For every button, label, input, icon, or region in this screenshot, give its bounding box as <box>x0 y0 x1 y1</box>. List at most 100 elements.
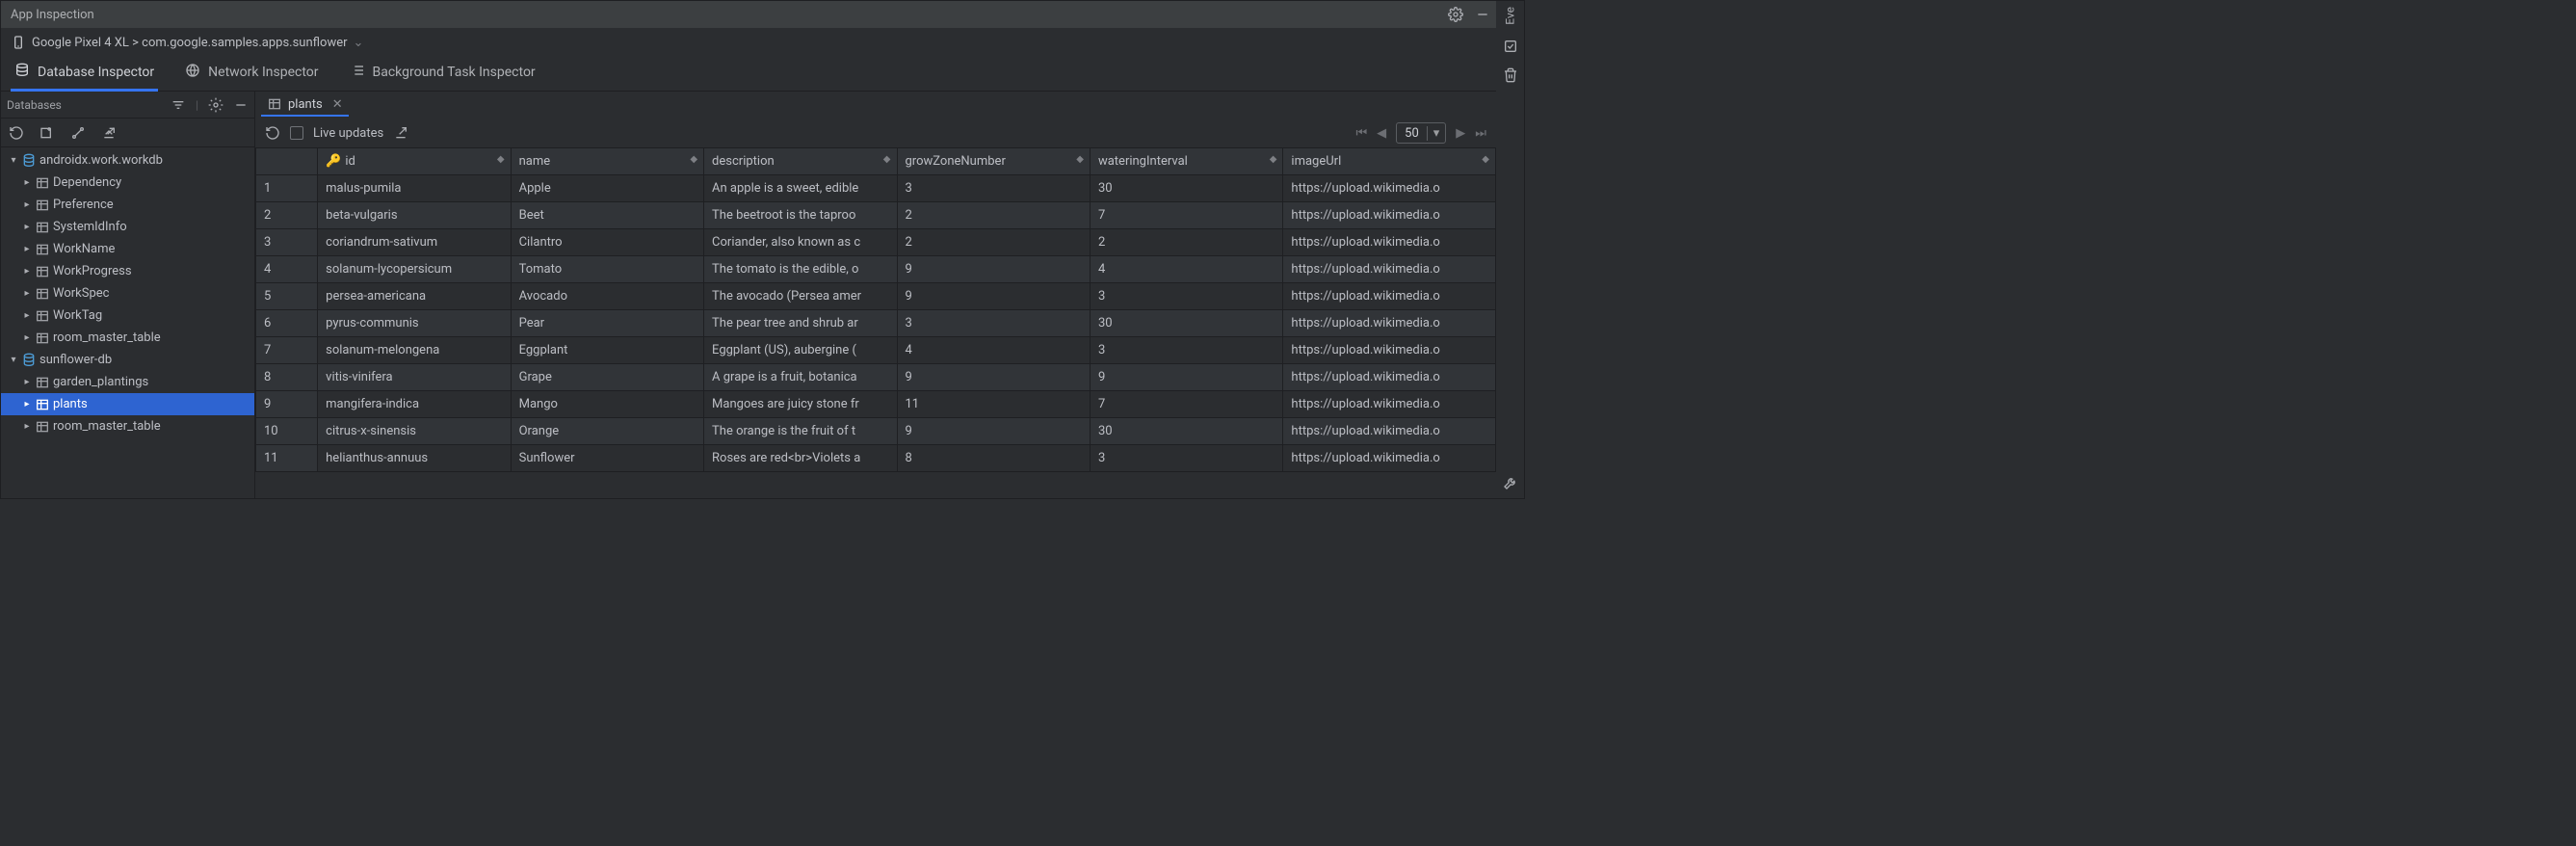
cell[interactable]: Eggplant (US), aubergine ( <box>704 337 897 364</box>
cell[interactable]: https://upload.wikimedia.o <box>1283 364 1496 391</box>
cell[interactable]: https://upload.wikimedia.o <box>1283 445 1496 472</box>
cell[interactable]: helianthus-annuus <box>318 445 511 472</box>
cell[interactable]: 3 <box>1090 283 1282 310</box>
cell[interactable]: solanum-melongena <box>318 337 511 364</box>
close-tab-icon[interactable]: ✕ <box>332 97 343 112</box>
tree-table-item[interactable]: ▸room_master_table <box>1 415 254 437</box>
cell[interactable]: citrus-x-sinensis <box>318 418 511 445</box>
cell[interactable]: 30 <box>1090 310 1282 337</box>
cell[interactable]: 9 <box>897 283 1090 310</box>
cell[interactable]: The avocado (Persea amer <box>704 283 897 310</box>
inspector-tab[interactable]: Background Task Inspector <box>346 57 539 92</box>
cell[interactable]: persea-americana <box>318 283 511 310</box>
prev-page-icon[interactable]: ◀ <box>1377 126 1386 141</box>
cell[interactable]: Tomato <box>511 256 703 283</box>
data-grid[interactable]: 🔑id◆name◆description◆growZoneNumber◆wate… <box>255 147 1496 498</box>
cell[interactable]: 3 <box>1090 445 1282 472</box>
hide-panel-icon[interactable] <box>233 97 249 113</box>
cell[interactable]: coriandrum-sativum <box>318 229 511 256</box>
cell[interactable]: 3 <box>1090 337 1282 364</box>
cell[interactable]: 3 <box>897 175 1090 202</box>
tree-table-item[interactable]: ▸Dependency <box>1 172 254 194</box>
tree-table-item[interactable]: ▸WorkName <box>1 238 254 260</box>
cell[interactable]: beta-vulgaris <box>318 202 511 229</box>
row-number-header[interactable] <box>256 148 318 175</box>
tree-table-item[interactable]: ▸garden_plantings <box>1 371 254 393</box>
inspector-tab[interactable]: Network Inspector <box>181 57 322 92</box>
refresh-icon[interactable] <box>9 125 24 141</box>
tree-table-item[interactable]: ▸WorkProgress <box>1 260 254 282</box>
cell[interactable]: An apple is a sweet, edible <box>704 175 897 202</box>
cell[interactable]: https://upload.wikimedia.o <box>1283 337 1496 364</box>
cell[interactable]: A grape is a fruit, botanica <box>704 364 897 391</box>
cell[interactable]: pyrus-communis <box>318 310 511 337</box>
column-header[interactable]: 🔑id◆ <box>318 148 511 175</box>
cell[interactable]: Mangoes are juicy stone fr <box>704 391 897 418</box>
column-header[interactable]: name◆ <box>511 148 703 175</box>
table-row[interactable]: 5persea-americanaAvocadoThe avocado (Per… <box>256 283 1496 310</box>
refresh-table-icon[interactable] <box>265 125 280 141</box>
cell[interactable]: Grape <box>511 364 703 391</box>
trash-icon[interactable] <box>1503 67 1518 83</box>
cell[interactable]: Beet <box>511 202 703 229</box>
table-row[interactable]: 2beta-vulgarisBeetThe beetroot is the ta… <box>256 202 1496 229</box>
cell[interactable]: The tomato is the edible, o <box>704 256 897 283</box>
cell[interactable]: https://upload.wikimedia.o <box>1283 175 1496 202</box>
right-rail-label[interactable]: Eve <box>1504 7 1517 25</box>
cell[interactable]: 2 <box>897 229 1090 256</box>
cell[interactable]: https://upload.wikimedia.o <box>1283 202 1496 229</box>
tree-table-item[interactable]: ▸WorkTag <box>1 304 254 327</box>
cell[interactable]: Coriander, also known as c <box>704 229 897 256</box>
cell[interactable]: Apple <box>511 175 703 202</box>
cell[interactable]: Pear <box>511 310 703 337</box>
cell[interactable]: Eggplant <box>511 337 703 364</box>
next-page-icon[interactable]: ▶ <box>1456 126 1465 141</box>
table-row[interactable]: 3coriandrum-sativumCilantroCoriander, al… <box>256 229 1496 256</box>
cell[interactable]: https://upload.wikimedia.o <box>1283 283 1496 310</box>
cell[interactable]: 7 <box>1090 391 1282 418</box>
cell[interactable]: https://upload.wikimedia.o <box>1283 229 1496 256</box>
cell[interactable]: 2 <box>1090 229 1282 256</box>
cell[interactable]: solanum-lycopersicum <box>318 256 511 283</box>
filter-icon[interactable] <box>171 97 186 113</box>
tree-table-item[interactable]: ▸plants <box>1 393 254 415</box>
export-icon[interactable] <box>101 125 117 141</box>
cell[interactable]: 9 <box>1090 364 1282 391</box>
cell[interactable]: vitis-vinifera <box>318 364 511 391</box>
tree-database-item[interactable]: ▾sunflower-db <box>1 349 254 371</box>
databases-tree[interactable]: ▾androidx.work.workdb▸Dependency▸Prefere… <box>1 147 254 498</box>
cell[interactable]: mangifera-indica <box>318 391 511 418</box>
column-header[interactable]: description◆ <box>704 148 897 175</box>
column-header[interactable]: imageUrl◆ <box>1283 148 1496 175</box>
cell[interactable]: The pear tree and shrub ar <box>704 310 897 337</box>
keep-connection-icon[interactable] <box>70 125 86 141</box>
cell[interactable]: Orange <box>511 418 703 445</box>
cell[interactable]: https://upload.wikimedia.o <box>1283 310 1496 337</box>
tree-table-item[interactable]: ▸room_master_table <box>1 327 254 349</box>
cell[interactable]: Mango <box>511 391 703 418</box>
cell[interactable]: 8 <box>897 445 1090 472</box>
inspector-tab[interactable]: Database Inspector <box>11 57 158 92</box>
first-page-icon[interactable]: ⏮ <box>1355 126 1367 141</box>
tree-table-item[interactable]: ▸WorkSpec <box>1 282 254 304</box>
cell[interactable]: The orange is the fruit of t <box>704 418 897 445</box>
export-table-icon[interactable] <box>393 125 408 141</box>
cell[interactable]: 9 <box>897 256 1090 283</box>
cell[interactable]: https://upload.wikimedia.o <box>1283 418 1496 445</box>
table-row[interactable]: 4 solanum-lycopersicumTomatoThe tomato is… <box>256 256 1496 283</box>
column-header[interactable]: wateringInterval◆ <box>1090 148 1282 175</box>
open-table-tab[interactable]: plants ✕ <box>261 93 349 117</box>
cell[interactable]: Sunflower <box>511 445 703 472</box>
settings-button[interactable] <box>1448 7 1463 22</box>
tree-database-item[interactable]: ▾androidx.work.workdb <box>1 149 254 172</box>
cell[interactable]: 4 <box>1090 256 1282 283</box>
table-row[interactable]: 7solanum-melongenaEggplantEggplant (US),… <box>256 337 1496 364</box>
cell[interactable]: 2 <box>897 202 1090 229</box>
cell[interactable]: 30 <box>1090 418 1282 445</box>
tree-table-item[interactable]: ▸Preference <box>1 194 254 216</box>
table-row[interactable]: 11helianthus-annuusSunflowerRoses are re… <box>256 445 1496 472</box>
cell[interactable]: malus-pumila <box>318 175 511 202</box>
cell[interactable]: Roses are red<br>Violets a <box>704 445 897 472</box>
page-size-selector[interactable]: 50 ▾ <box>1396 122 1446 144</box>
db-settings-icon[interactable] <box>208 97 223 113</box>
